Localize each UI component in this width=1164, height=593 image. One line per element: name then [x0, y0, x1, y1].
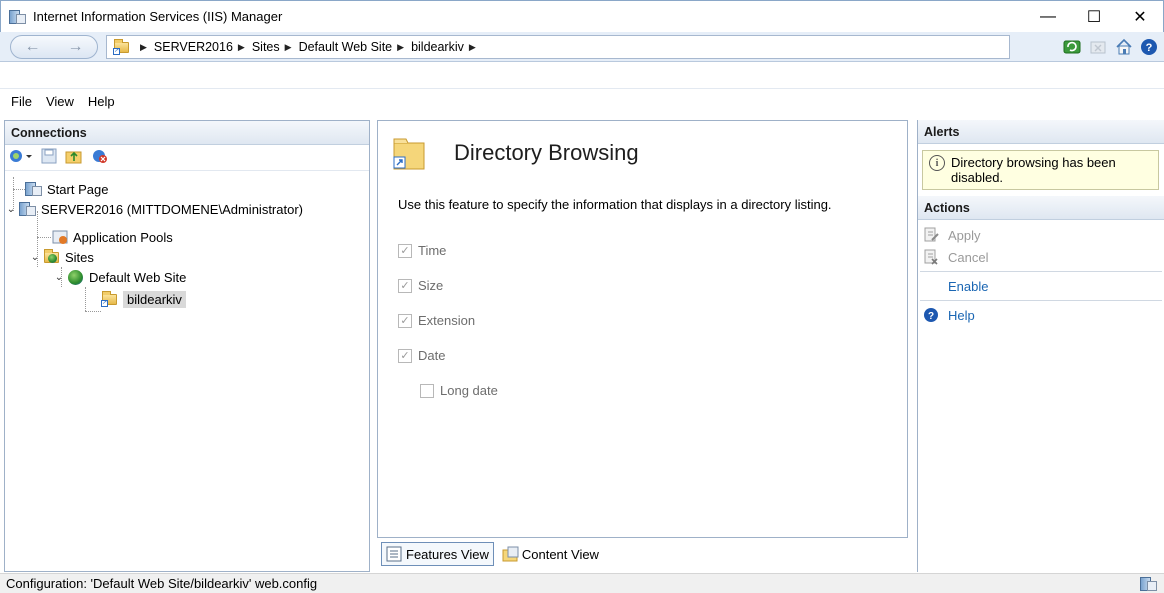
tree-item-sites[interactable]: ⌄ Sites [29, 247, 94, 267]
connections-panel: Connections Start Page ⌄ SERVER2016 (MIT… [4, 120, 370, 572]
connections-header: Connections [5, 121, 369, 145]
tree-item-start-page[interactable]: Start Page [25, 179, 108, 199]
back-button[interactable]: ← [25, 38, 41, 56]
stop-icon[interactable] [1088, 37, 1108, 57]
breadcrumb-item[interactable]: ▶ SERVER2016 [135, 40, 233, 54]
view-tabs: Features View Content View [377, 538, 908, 570]
option-date[interactable]: ✓ Date [398, 348, 445, 363]
option-time[interactable]: ✓ Time [398, 243, 446, 258]
disconnect-icon[interactable] [91, 148, 109, 167]
connections-tree: Start Page ⌄ SERVER2016 (MITTDOMENE\Admi… [5, 171, 369, 571]
feature-description: Use this feature to specify the informat… [398, 197, 832, 212]
enable-action[interactable]: Enable [918, 275, 1164, 297]
start-page-icon [25, 181, 43, 197]
extension-checkbox[interactable]: ✓ [398, 313, 412, 328]
actions-separator [920, 300, 1162, 301]
feature-panel: Directory Browsing Use this feature to s… [377, 120, 908, 538]
time-checkbox[interactable]: ✓ [398, 243, 412, 258]
svg-text:?: ? [928, 311, 934, 322]
menu-bar: File View Help [0, 88, 1164, 114]
breadcrumb-item[interactable]: ▶ Sites [233, 40, 280, 54]
maximize-button[interactable]: ☐ [1071, 1, 1117, 33]
globe-icon [67, 269, 85, 285]
navigation-buttons: ← → [10, 34, 98, 59]
folder-shortcut-icon: ↗ [113, 39, 131, 55]
breadcrumb-item[interactable]: ▶ Default Web Site [280, 40, 393, 54]
up-folder-icon[interactable] [65, 148, 83, 167]
option-extension[interactable]: ✓ Extension [398, 313, 475, 328]
status-bar: Configuration: 'Default Web Site/bildear… [0, 573, 1164, 593]
help-icon: ? [922, 307, 940, 323]
help-dropdown-icon[interactable]: ? [1140, 37, 1160, 57]
menu-file[interactable]: File [4, 94, 39, 109]
server-icon [19, 201, 37, 217]
tree-item-application-pools[interactable]: Application Pools [51, 227, 173, 247]
option-size[interactable]: ✓ Size [398, 278, 443, 293]
feature-header: Directory Browsing [390, 133, 639, 173]
refresh-icon[interactable] [1062, 37, 1082, 57]
apply-action[interactable]: Apply [918, 224, 1164, 246]
chevron-down-icon[interactable]: ⌄ [5, 204, 17, 215]
date-checkbox[interactable]: ✓ [398, 348, 412, 363]
breadcrumb-item[interactable]: ▶ bildearkiv [392, 40, 464, 54]
cancel-action[interactable]: Cancel [918, 246, 1164, 268]
chevron-right-icon: ▶ [140, 41, 147, 52]
menu-help[interactable]: Help [81, 94, 122, 109]
status-text: Configuration: 'Default Web Site/bildear… [6, 576, 318, 591]
save-icon[interactable] [41, 148, 57, 167]
long-date-checkbox[interactable] [420, 383, 434, 398]
sites-folder-icon [43, 249, 61, 265]
connections-toolbar [5, 145, 369, 171]
tree-item-bildearkiv[interactable]: ↗ bildearkiv [101, 289, 186, 309]
chevron-down-icon[interactable]: ⌄ [53, 272, 65, 283]
home-icon[interactable] [1114, 37, 1134, 57]
features-view-icon [386, 546, 402, 562]
cancel-icon [922, 249, 940, 265]
iis-manager-icon [9, 9, 27, 25]
title-bar: Internet Information Services (IIS) Mana… [0, 0, 1164, 32]
folder-shortcut-icon: ↗ [101, 291, 119, 307]
size-checkbox[interactable]: ✓ [398, 278, 412, 293]
chevron-right-icon: ▶ [397, 41, 405, 52]
window-title: Internet Information Services (IIS) Mana… [33, 9, 283, 24]
apply-icon [922, 227, 940, 243]
minimize-button[interactable]: — [1025, 1, 1071, 33]
option-long-date[interactable]: Long date [420, 383, 498, 398]
chevron-right-icon: ▶ [237, 41, 245, 52]
server-status-icon [1140, 576, 1158, 592]
application-pools-icon [51, 229, 69, 245]
tab-features-view[interactable]: Features View [381, 542, 494, 566]
forward-button[interactable]: → [68, 38, 84, 56]
directory-browsing-icon [390, 133, 430, 173]
window-controls: — ☐ ✕ [1025, 1, 1163, 33]
info-icon: i [929, 155, 945, 171]
breadcrumb-dropdown[interactable]: ▶ [464, 42, 483, 53]
alerts-header: Alerts [918, 120, 1164, 144]
connect-icon[interactable] [9, 148, 33, 167]
actions-pane: Alerts i Directory browsing has been dis… [917, 120, 1164, 572]
alert-message: i Directory browsing has been disabled. [922, 150, 1159, 190]
feature-title: Directory Browsing [454, 140, 639, 165]
chevron-down-icon[interactable]: ⌄ [29, 252, 41, 263]
tree-item-server[interactable]: ⌄ SERVER2016 (MITTDOMENE\Administrator) [5, 199, 303, 219]
content-view-icon [502, 546, 519, 562]
help-action[interactable]: ? Help [918, 304, 1164, 326]
svg-text:?: ? [1146, 42, 1153, 54]
tree-item-default-web-site[interactable]: ⌄ Default Web Site [53, 267, 186, 287]
chevron-right-icon: ▶ [468, 41, 476, 52]
actions-separator [920, 271, 1162, 272]
address-bar: ← → ↗ ▶ SERVER2016 ▶ Sites ▶ Default Web Si… [0, 32, 1164, 62]
close-button[interactable]: ✕ [1117, 1, 1163, 33]
actions-header: Actions [918, 196, 1164, 220]
address-toolbar: ? [1062, 35, 1160, 59]
breadcrumb[interactable]: ↗ ▶ SERVER2016 ▶ Sites ▶ Default Web Site ▶… [106, 35, 1010, 59]
menu-view[interactable]: View [39, 94, 81, 109]
tab-content-view[interactable]: Content View [498, 542, 603, 566]
chevron-right-icon: ▶ [284, 41, 292, 52]
